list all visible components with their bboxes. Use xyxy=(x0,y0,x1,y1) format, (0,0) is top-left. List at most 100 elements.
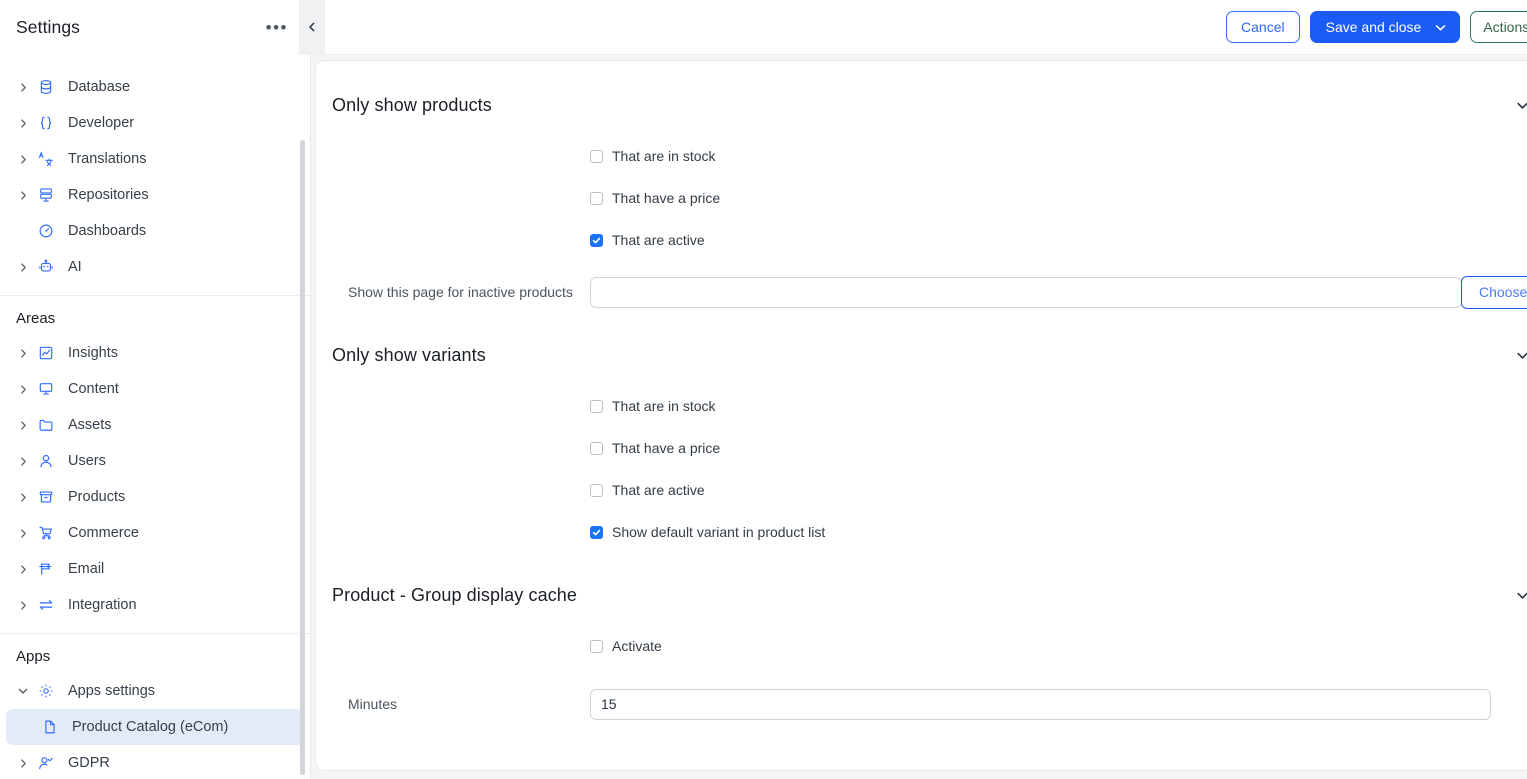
box-icon xyxy=(32,489,60,505)
section-collapse-chevron-down-icon[interactable] xyxy=(1510,343,1527,368)
checkbox-label: Activate xyxy=(612,638,662,654)
database-icon xyxy=(32,79,60,95)
sidebar-scrollbar[interactable] xyxy=(300,140,305,775)
sidebar-item-gdpr[interactable]: GDPR xyxy=(6,745,304,779)
checkbox-variant-that-are-active[interactable]: That are active xyxy=(590,482,705,498)
sidebar-item-label: Email xyxy=(68,561,105,577)
folder-icon xyxy=(32,417,60,433)
sidebar-title: Settings xyxy=(16,17,81,37)
choose-button[interactable]: Choose xyxy=(1461,275,1527,309)
inactive-products-page-input[interactable] xyxy=(590,276,1462,308)
section-header: Only show products xyxy=(332,85,1527,125)
chevron-right-icon xyxy=(14,190,32,200)
sidebar-item-developer[interactable]: Developer xyxy=(6,105,304,141)
chevron-right-icon xyxy=(14,154,32,164)
sidebar-item-assets[interactable]: Assets xyxy=(6,407,304,443)
checkbox-row: That have a price xyxy=(332,427,1527,469)
actions-button[interactable]: Actions xyxy=(1470,11,1527,43)
gear-icon xyxy=(32,683,60,699)
dashboard-icon xyxy=(32,223,60,239)
main-area: Cancel Save and close Actions Only show … xyxy=(311,0,1527,779)
checkbox-box-icon xyxy=(590,525,603,539)
sidebar-item-apps-settings[interactable]: Apps settings xyxy=(6,673,304,709)
checkbox-box-icon xyxy=(590,149,603,163)
chevron-right-icon xyxy=(14,384,32,394)
section-title: Only show variants xyxy=(332,344,486,365)
sidebar-item-commerce[interactable]: Commerce xyxy=(6,515,304,551)
chevron-right-icon xyxy=(14,528,32,538)
user-icon xyxy=(32,453,60,469)
checkbox-that-are-in-stock[interactable]: That are in stock xyxy=(590,148,716,164)
field-row-inactive-products-page: Show this page for inactive products Cho… xyxy=(332,271,1527,313)
checkbox-label: That are in stock xyxy=(612,148,716,164)
checkbox-box-icon xyxy=(590,399,603,413)
sidebar-item-users[interactable]: Users xyxy=(6,443,304,479)
sidebar-item-translations[interactable]: Translations xyxy=(6,141,304,177)
sidebar-item-label: Database xyxy=(68,79,131,95)
checkbox-variant-that-are-in-stock[interactable]: That are in stock xyxy=(590,398,716,414)
chevron-down-icon[interactable] xyxy=(1435,22,1446,33)
checkbox-variant-that-have-a-price[interactable]: That have a price xyxy=(590,440,720,456)
field-label: Show this page for inactive products xyxy=(348,284,573,300)
chevron-right-icon xyxy=(14,118,32,128)
sidebar-item-email[interactable]: Email xyxy=(6,551,304,587)
checkbox-row: That are in stock xyxy=(332,385,1527,427)
sidebar-scroll-area: Database Developer Translations Reposito… xyxy=(0,55,310,779)
chevron-right-icon xyxy=(14,262,32,272)
checkbox-show-default-variant-in-product-list[interactable]: Show default variant in product list xyxy=(590,524,825,540)
sidebar-item-label: Product Catalog (eCom) xyxy=(72,719,229,735)
minutes-input[interactable] xyxy=(590,688,1491,720)
checkbox-row: Activate xyxy=(332,625,1527,667)
checkbox-row: Show default variant in product list xyxy=(332,511,1527,553)
sidebar-item-label: GDPR xyxy=(68,755,110,771)
chevron-left-icon xyxy=(307,19,317,37)
chevron-right-icon xyxy=(14,456,32,466)
section-only-show-products: Only show products That are in stock Tha… xyxy=(332,85,1527,313)
cancel-button[interactable]: Cancel xyxy=(1226,11,1300,43)
checkbox-that-have-a-price[interactable]: That have a price xyxy=(590,190,720,206)
settings-content-scroll: Only show products That are in stock Tha… xyxy=(311,55,1527,779)
sidebar-item-product-catalog-ecom[interactable]: Product Catalog (eCom) xyxy=(6,709,304,745)
save-and-close-label: Save and close xyxy=(1325,19,1422,35)
section-title: Only show products xyxy=(332,94,492,115)
monitor-icon xyxy=(32,381,60,397)
sidebar-item-label: Translations xyxy=(68,151,147,167)
chevron-right-icon xyxy=(14,758,32,768)
checkbox-row: That are in stock xyxy=(332,135,1527,177)
file-icon xyxy=(36,719,64,735)
actions-label: Actions xyxy=(1483,19,1527,35)
translate-icon xyxy=(32,151,60,167)
chevron-down-icon xyxy=(14,686,32,696)
sidebar-partial-item[interactable] xyxy=(0,55,310,69)
checkbox-row: That are active xyxy=(332,469,1527,511)
section-header: Product - Group display cache xyxy=(332,575,1527,615)
checkbox-row: That are active xyxy=(332,219,1527,261)
code-braces-icon xyxy=(32,115,60,131)
checkbox-that-are-active[interactable]: That are active xyxy=(590,232,705,248)
sidebar-collapse-button[interactable] xyxy=(299,0,325,55)
sidebar-item-content[interactable]: Content xyxy=(6,371,304,407)
settings-sidebar: Settings ••• Database Developer Translat… xyxy=(0,0,311,779)
sidebar-item-label: Developer xyxy=(68,115,135,131)
shopping-cart-icon xyxy=(32,525,60,541)
chevron-right-icon xyxy=(14,564,32,574)
save-and-close-button[interactable]: Save and close xyxy=(1309,11,1461,43)
sidebar-item-label: Products xyxy=(68,489,126,505)
sidebar-item-integration[interactable]: Integration xyxy=(6,587,304,623)
sidebar-overflow-menu-icon[interactable]: ••• xyxy=(260,19,294,37)
section-collapse-chevron-down-icon[interactable] xyxy=(1510,93,1527,118)
sidebar-item-insights[interactable]: Insights xyxy=(6,335,304,371)
sidebar-item-dashboards[interactable]: Dashboards xyxy=(6,213,304,249)
checkbox-activate[interactable]: Activate xyxy=(590,638,662,654)
sidebar-item-database[interactable]: Database xyxy=(6,69,304,105)
app-root: Settings ••• Database Developer Translat… xyxy=(0,0,1527,779)
chevron-right-icon xyxy=(14,420,32,430)
sidebar-item-products[interactable]: Products xyxy=(6,479,304,515)
exchange-arrows-icon xyxy=(32,597,60,613)
chevron-right-icon xyxy=(14,348,32,358)
section-collapse-chevron-down-icon[interactable] xyxy=(1510,583,1527,608)
sidebar-item-label: Insights xyxy=(68,345,118,361)
sidebar-item-repositories[interactable]: Repositories xyxy=(6,177,304,213)
sidebar-item-ai[interactable]: AI xyxy=(6,249,304,285)
chevron-right-icon xyxy=(14,82,32,92)
